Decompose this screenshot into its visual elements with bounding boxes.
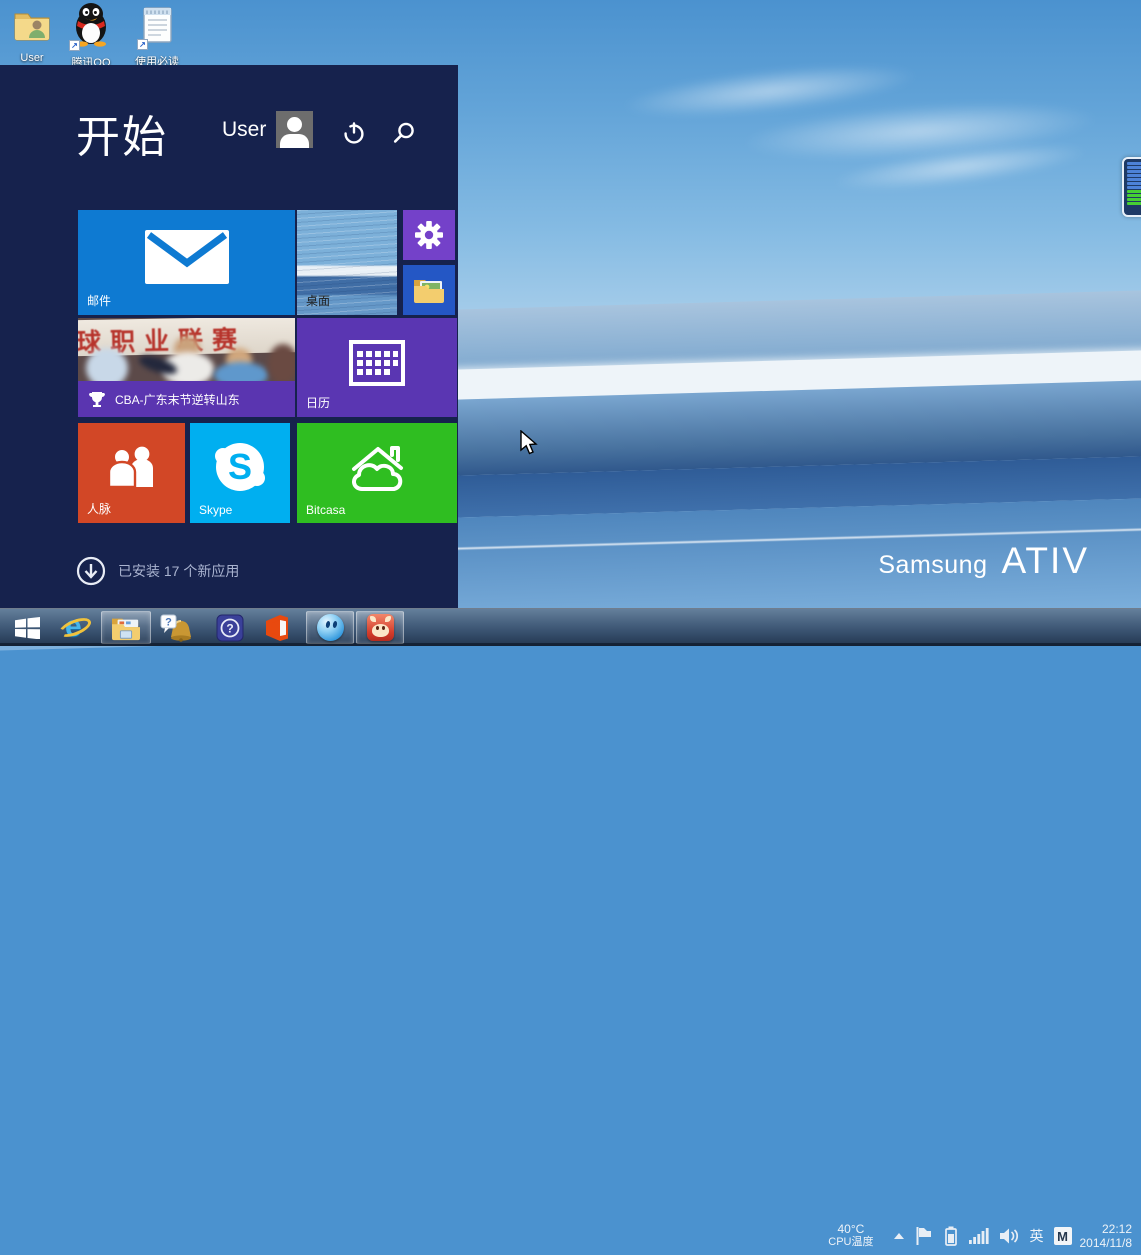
news-caption-strip: CBA-广东末节逆转山东 — [78, 381, 295, 417]
tile-skype[interactable]: S Skype — [190, 423, 290, 523]
tile-desktop[interactable]: 桌面 — [297, 210, 397, 315]
new-apps-text: 已安装 17 个新应用 — [118, 561, 239, 581]
system-tray: 40°C CPU温度 — [828, 1217, 1141, 1255]
power-button[interactable] — [341, 120, 367, 146]
svg-text:S: S — [228, 446, 252, 487]
cpu-temp-widget[interactable]: 40°C CPU温度 — [828, 1223, 873, 1249]
skype-icon: S — [211, 438, 269, 496]
tile-bitcasa[interactable]: Bitcasa — [297, 423, 457, 523]
calendar-icon — [348, 339, 406, 387]
user-avatar — [276, 111, 313, 148]
taskbar-internet-explorer[interactable]: e — [55, 611, 95, 644]
tray-network[interactable] — [964, 1227, 994, 1245]
user-name: User — [222, 118, 266, 142]
tile-mail[interactable]: 邮件 — [78, 210, 295, 315]
mouse-cursor — [520, 430, 539, 457]
new-apps-link[interactable]: 已安装 17 个新应用 — [76, 556, 239, 586]
tile-people[interactable]: 人脉 — [78, 423, 185, 523]
user-account-button[interactable]: User — [222, 111, 313, 148]
clock-time: 22:12 — [1080, 1222, 1133, 1236]
tile-label: 人脉 — [87, 500, 111, 517]
flag-icon — [915, 1226, 933, 1246]
tray-battery[interactable] — [938, 1225, 964, 1247]
explorer-folder-icon — [412, 275, 446, 305]
desktop-icon-readme[interactable]: ↗ 使用必读 — [128, 4, 186, 69]
tile-pc-settings[interactable] — [403, 210, 455, 260]
mail-envelope-icon — [144, 229, 230, 285]
bell-help-icon: ? — [159, 613, 195, 643]
clock-date: 2014/11/8 — [1080, 1236, 1133, 1250]
cpu-temp-value: 40°C — [828, 1223, 873, 1236]
search-icon — [391, 120, 417, 146]
brand-name: Samsung — [878, 551, 987, 580]
taskbar-start-button[interactable] — [8, 611, 46, 644]
tile-label: 桌面 — [306, 292, 330, 309]
qq-penguin-icon: ↗ — [69, 1, 113, 52]
svg-text:?: ? — [165, 616, 172, 628]
start-screen-panel: 开始 User 邮件 桌面 — [0, 65, 458, 608]
down-arrow-circle-icon — [76, 556, 106, 586]
tile-label: Skype — [199, 503, 232, 517]
desktop-icon-label: User — [3, 52, 61, 64]
tray-clock[interactable]: 22:12 2014/11/8 — [1080, 1222, 1133, 1250]
taskbar-bull-app[interactable] — [356, 611, 404, 644]
taskbar: e ? — [0, 608, 1141, 646]
wallpaper-brand-text: Samsung ATIV — [878, 540, 1089, 582]
start-title: 开始 — [76, 101, 168, 165]
chat-bubble-icon — [317, 614, 344, 641]
search-button[interactable] — [391, 120, 417, 146]
desktop-icon-qq[interactable]: ↗ 腾讯QQ — [62, 1, 120, 70]
power-icon — [341, 120, 367, 146]
tile-sports-news[interactable]: 球职业联赛 CBA-广东末节逆转山东 — [78, 318, 295, 417]
tile-label: 日历 — [306, 394, 330, 411]
folder-icon — [12, 5, 52, 50]
chevron-up-icon — [893, 1232, 905, 1240]
taskbar-office[interactable] — [259, 611, 295, 644]
tile-label: Bitcasa — [306, 503, 345, 517]
people-icon — [103, 445, 161, 487]
battery-icon — [943, 1225, 959, 1247]
tray-language-indicator[interactable]: 英 — [1030, 1226, 1044, 1246]
bull-app-icon — [367, 614, 394, 641]
trophy-icon — [88, 391, 106, 408]
desktop-icon-user-folder[interactable]: User — [3, 5, 61, 64]
gear-icon — [413, 219, 445, 251]
shortcut-arrow-icon: ↗ — [137, 39, 148, 50]
office-icon — [262, 613, 292, 643]
taskbar-chat-bubble-app[interactable] — [306, 611, 354, 644]
tray-ime-mode[interactable]: M — [1054, 1227, 1072, 1245]
taskbar-service-app[interactable]: ? — [157, 611, 197, 644]
notepad-icon: ↗ — [137, 4, 177, 51]
tile-calendar[interactable]: 日历 — [297, 318, 457, 417]
tray-action-center[interactable] — [910, 1226, 938, 1246]
tile-label: 邮件 — [87, 292, 111, 309]
taskbar-help-app[interactable]: ? — [213, 611, 247, 644]
taskbar-file-explorer[interactable] — [101, 611, 151, 644]
file-explorer-icon — [110, 614, 142, 642]
shortcut-arrow-icon: ↗ — [69, 40, 80, 51]
speaker-icon — [999, 1227, 1019, 1245]
brand-series: ATIV — [1002, 540, 1090, 582]
tile-file-explorer[interactable] — [403, 265, 455, 315]
tray-volume[interactable] — [994, 1227, 1024, 1245]
cpu-gauge-widget[interactable] — [1122, 157, 1141, 217]
tile-label: CBA-广东末节逆转山东 — [115, 391, 240, 408]
cpu-temp-label: CPU温度 — [828, 1236, 873, 1249]
news-photo: 球职业联赛 — [78, 318, 295, 381]
svg-text:?: ? — [226, 621, 233, 635]
windows-logo-icon — [15, 617, 40, 639]
question-badge-icon: ? — [216, 614, 244, 642]
cloud-house-icon — [338, 439, 416, 497]
signal-bars-icon — [969, 1227, 989, 1245]
tray-expand-button[interactable] — [888, 1232, 910, 1240]
internet-explorer-icon: e — [59, 613, 91, 643]
